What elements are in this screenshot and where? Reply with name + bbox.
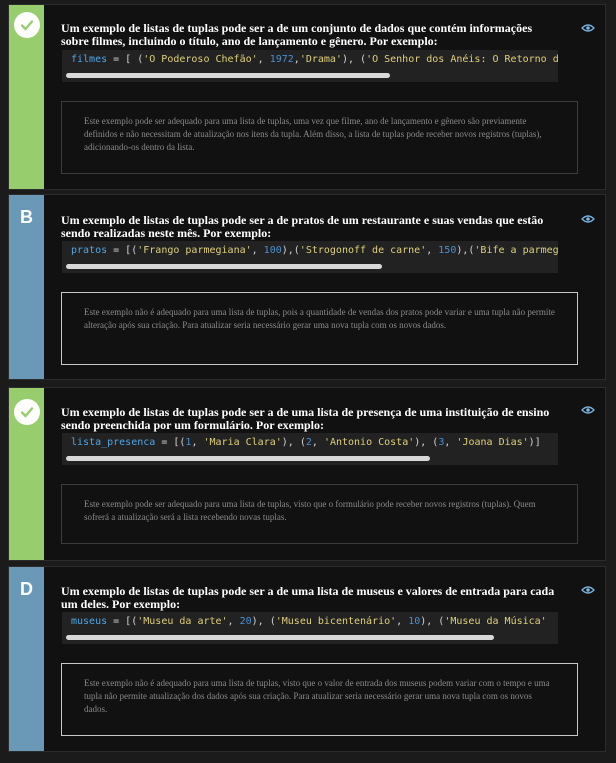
option-c-explanation: Este exemplo pode ser adequado para uma …: [61, 484, 578, 544]
code-line: filmes = [ ('O Poderoso Chefão', 1972,'D…: [71, 54, 558, 65]
option-c-question: Um exemplo de listas de tuplas pode ser …: [61, 405, 550, 432]
horizontal-scrollbar[interactable]: [66, 73, 390, 78]
option-letter: B: [20, 207, 33, 227]
option-c-code-block[interactable]: lista_presenca = [(1, 'Maria Clara'), (2…: [62, 433, 558, 465]
option-a-marker: [9, 5, 44, 189]
option-d-question: Um exemplo de listas de tuplas pode ser …: [61, 584, 555, 611]
option-c[interactable]: Um exemplo de listas de tuplas pode ser …: [8, 387, 606, 561]
eye-icon[interactable]: [581, 405, 595, 415]
option-d-explanation: Este exemplo não é adequado para uma lis…: [61, 663, 578, 736]
option-c-marker: [9, 388, 44, 560]
option-b-marker: B: [9, 195, 44, 379]
option-d-code-block[interactable]: museus = [('Museu da arte', 20), ('Museu…: [62, 612, 558, 644]
option-a-code-block[interactable]: filmes = [ ('O Poderoso Chefão', 1972,'D…: [62, 50, 558, 82]
option-b-explanation: Este exemplo não é adequado para uma lis…: [61, 292, 578, 365]
code-line: lista_presenca = [(1, 'Maria Clara'), (2…: [71, 437, 541, 448]
horizontal-scrollbar[interactable]: [66, 456, 430, 461]
code-line: museus = [('Museu da arte', 20), ('Museu…: [71, 616, 547, 627]
option-d[interactable]: D Um exemplo de listas de tuplas pode se…: [8, 566, 606, 752]
check-icon: [13, 12, 40, 38]
option-a-explanation: Este exemplo pode ser adequado para uma …: [61, 101, 578, 174]
eye-icon[interactable]: [581, 585, 595, 595]
check-icon: [13, 399, 40, 425]
eye-icon[interactable]: [581, 214, 595, 224]
option-d-marker: D: [9, 567, 44, 751]
horizontal-scrollbar[interactable]: [66, 635, 494, 640]
option-b-code-block[interactable]: pratos = [('Frango parmegiana', 100),('S…: [62, 241, 558, 273]
option-b-question: Um exemplo de listas de tuplas pode ser …: [61, 213, 544, 240]
code-line: pratos = [('Frango parmegiana', 100),('S…: [71, 245, 558, 256]
option-b[interactable]: B Um exemplo de listas de tuplas pode se…: [8, 194, 606, 380]
option-letter: D: [20, 579, 33, 599]
horizontal-scrollbar[interactable]: [66, 264, 382, 269]
eye-icon[interactable]: [581, 23, 595, 33]
option-a[interactable]: Um exemplo de listas de tuplas pode ser …: [8, 4, 606, 190]
option-a-question: Um exemplo de listas de tuplas pode ser …: [61, 21, 533, 48]
